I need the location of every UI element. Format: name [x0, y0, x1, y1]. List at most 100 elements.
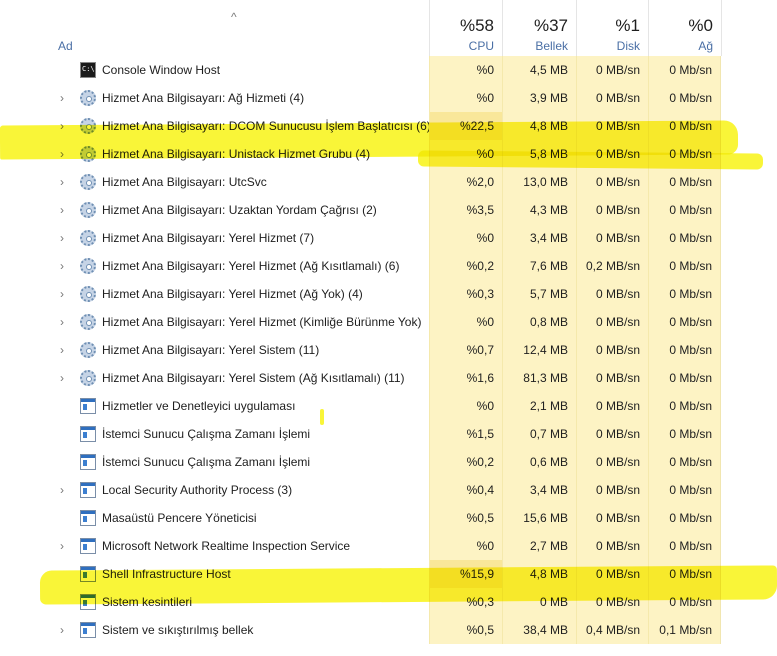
process-name-cell: › Hizmet Ana Bilgisayarı: Yerel Hizmet (A… [0, 252, 429, 280]
expand-chevron-icon[interactable]: › [60, 196, 70, 224]
expand-chevron-icon[interactable]: › [60, 224, 70, 252]
cpu-column-header[interactable]: %58 CPU [429, 0, 502, 56]
process-row[interactable]: Masaüstü Pencere Yöneticisi %0,5 15,6 MB 0 … [0, 504, 777, 532]
expand-chevron-icon[interactable]: › [60, 168, 70, 196]
process-name-cell: › Hizmet Ana Bilgisayarı: Uzaktan Yordam … [0, 196, 429, 224]
expand-chevron-icon[interactable]: › [60, 476, 70, 504]
network-value: 0 Mb/sn [648, 56, 721, 84]
process-name-cell: › Hizmet Ana Bilgisayarı: Ağ Hizmeti (4) [0, 84, 429, 112]
cpu-value: %0 [429, 532, 502, 560]
disk-value: 0 MB/sn [576, 420, 648, 448]
process-name: Hizmet Ana Bilgisayarı: Ağ Hizmeti (4) [102, 91, 305, 105]
process-row[interactable]: Sistem kesintileri %0,3 0 MB 0 MB/sn 0 Mb/sn [0, 588, 777, 616]
process-row[interactable]: › Hizmet Ana Bilgisayarı: Yerel Hizmet (A… [0, 252, 777, 280]
expand-chevron-icon[interactable]: › [60, 532, 70, 560]
name-column-header[interactable]: ^ Ad [0, 0, 429, 56]
expand-chevron-icon[interactable]: › [60, 280, 70, 308]
expand-chevron-icon[interactable]: › [60, 364, 70, 392]
memory-value: 15,6 MB [502, 504, 576, 532]
process-row[interactable]: › Hizmet Ana Bilgisayarı: Yerel Hizmet (A… [0, 280, 777, 308]
network-value: 0 Mb/sn [648, 224, 721, 252]
process-name: Console Window Host [102, 63, 221, 77]
process-name: İstemci Sunucu Çalışma Zamanı İşlemi [102, 455, 311, 469]
expand-chevron-icon[interactable]: › [60, 140, 70, 168]
expand-chevron-icon[interactable]: › [60, 336, 70, 364]
process-name: Local Security Authority Process (3) [102, 483, 293, 497]
window-icon [80, 566, 96, 582]
disk-value: 0 MB/sn [576, 308, 648, 336]
disk-value: 0 MB/sn [576, 560, 648, 588]
memory-value: 0 MB [502, 588, 576, 616]
cpu-value: %0,5 [429, 616, 502, 644]
process-row[interactable]: › Sistem ve sıkıştırılmış bellek %0,5 38,4 … [0, 616, 777, 644]
disk-column-header[interactable]: %1 Disk [576, 0, 648, 56]
process-name-cell: › Hizmet Ana Bilgisayarı: Yerel Sistem (1… [0, 336, 429, 364]
memory-column-header[interactable]: %37 Bellek [502, 0, 576, 56]
memory-column-label: Bellek [535, 39, 568, 53]
disk-value: 0,4 MB/sn [576, 616, 648, 644]
process-row[interactable]: › Hizmet Ana Bilgisayarı: Ağ Hizmeti (4)%… [0, 84, 777, 112]
memory-value: 4,8 MB [502, 560, 576, 588]
memory-value: 3,4 MB [502, 224, 576, 252]
network-value: 0 Mb/sn [648, 308, 721, 336]
memory-value: 13,0 MB [502, 168, 576, 196]
process-row[interactable]: İstemci Sunucu Çalışma Zamanı İşlemi %0,2… [0, 448, 777, 476]
process-row[interactable]: › Local Security Authority Process (3) %0,… [0, 476, 777, 504]
process-row[interactable]: Console Window Host %04,5 MB0 MB/sn0 Mb/s… [0, 56, 777, 84]
process-row[interactable]: › Hizmet Ana Bilgisayarı: DCOM Sunucusu İ… [0, 112, 777, 140]
process-name-cell: › Local Security Authority Process (3) [0, 476, 429, 504]
disk-value: 0 MB/sn [576, 84, 648, 112]
process-row[interactable]: › Hizmet Ana Bilgisayarı: Yerel Sistem (1… [0, 336, 777, 364]
gear-icon [80, 342, 96, 358]
process-name: Shell Infrastructure Host [102, 567, 231, 581]
network-value: 0 Mb/sn [648, 252, 721, 280]
process-row[interactable]: › Hizmet Ana Bilgisayarı: Yerel Sistem (A… [0, 364, 777, 392]
gear-icon [80, 258, 96, 274]
name-column-label: Ad [58, 39, 73, 53]
memory-value: 4,8 MB [502, 112, 576, 140]
process-row[interactable]: İstemci Sunucu Çalışma Zamanı İşlemi %1,5… [0, 420, 777, 448]
sort-ascending-icon: ^ [231, 10, 237, 24]
expand-chevron-icon[interactable]: › [60, 616, 70, 644]
network-value: 0 Mb/sn [648, 392, 721, 420]
network-value: 0 Mb/sn [648, 588, 721, 616]
process-row[interactable]: Hizmetler ve Denetleyici uygulaması %0 2,1… [0, 392, 777, 420]
expand-chevron-icon[interactable]: › [60, 252, 70, 280]
network-column-header[interactable]: %0 Ağ [648, 0, 721, 56]
process-name-cell: › Hizmet Ana Bilgisayarı: Yerel Hizmet (7… [0, 224, 429, 252]
memory-value: 4,5 MB [502, 56, 576, 84]
cpu-value: %0 [429, 224, 502, 252]
process-name: Hizmet Ana Bilgisayarı: Yerel Sistem (11… [102, 343, 320, 357]
memory-value: 2,7 MB [502, 532, 576, 560]
cpu-value: %0 [429, 84, 502, 112]
process-row[interactable]: › Hizmet Ana Bilgisayarı: Uzaktan Yordam … [0, 196, 777, 224]
expand-chevron-icon[interactable]: › [60, 112, 70, 140]
process-name-cell: › Hizmet Ana Bilgisayarı: Yerel Hizmet (K… [0, 308, 429, 336]
expand-chevron-icon[interactable]: › [60, 84, 70, 112]
disk-value: 0,2 MB/sn [576, 252, 648, 280]
cpu-value: %0,4 [429, 476, 502, 504]
cpu-value: %0,2 [429, 252, 502, 280]
process-row[interactable]: › Hizmet Ana Bilgisayarı: Yerel Hizmet (K… [0, 308, 777, 336]
process-name-cell: › Sistem ve sıkıştırılmış bellek [0, 616, 429, 644]
process-row[interactable]: › Hizmet Ana Bilgisayarı: Unistack Hizmet… [0, 140, 777, 168]
process-row[interactable]: › Hizmet Ana Bilgisayarı: Yerel Hizmet (7… [0, 224, 777, 252]
cpu-value: %0 [429, 392, 502, 420]
process-name-cell: › Hizmet Ana Bilgisayarı: Yerel Hizmet (A… [0, 280, 429, 308]
network-value: 0 Mb/sn [648, 84, 721, 112]
process-name: Masaüstü Pencere Yöneticisi [102, 511, 257, 525]
memory-value: 3,9 MB [502, 84, 576, 112]
process-name-cell: › Hizmet Ana Bilgisayarı: DCOM Sunucusu İ… [0, 112, 431, 140]
expand-chevron-icon[interactable]: › [60, 308, 70, 336]
process-name-cell: Hizmetler ve Denetleyici uygulaması [0, 392, 429, 420]
cpu-value: %0 [429, 140, 502, 168]
disk-value: 0 MB/sn [576, 56, 648, 84]
disk-column-label: Disk [616, 39, 640, 53]
gear-icon [80, 314, 96, 330]
network-value: 0 Mb/sn [648, 196, 721, 224]
network-value: 0 Mb/sn [648, 504, 721, 532]
process-row[interactable]: Shell Infrastructure Host %15,9 4,8 MB 0 MB… [0, 560, 777, 588]
process-row[interactable]: › Microsoft Network Realtime Inspection S… [0, 532, 777, 560]
process-row[interactable]: › Hizmet Ana Bilgisayarı: UtcSvc %2,0 13,0 … [0, 168, 777, 196]
disk-value: 0 MB/sn [576, 392, 648, 420]
